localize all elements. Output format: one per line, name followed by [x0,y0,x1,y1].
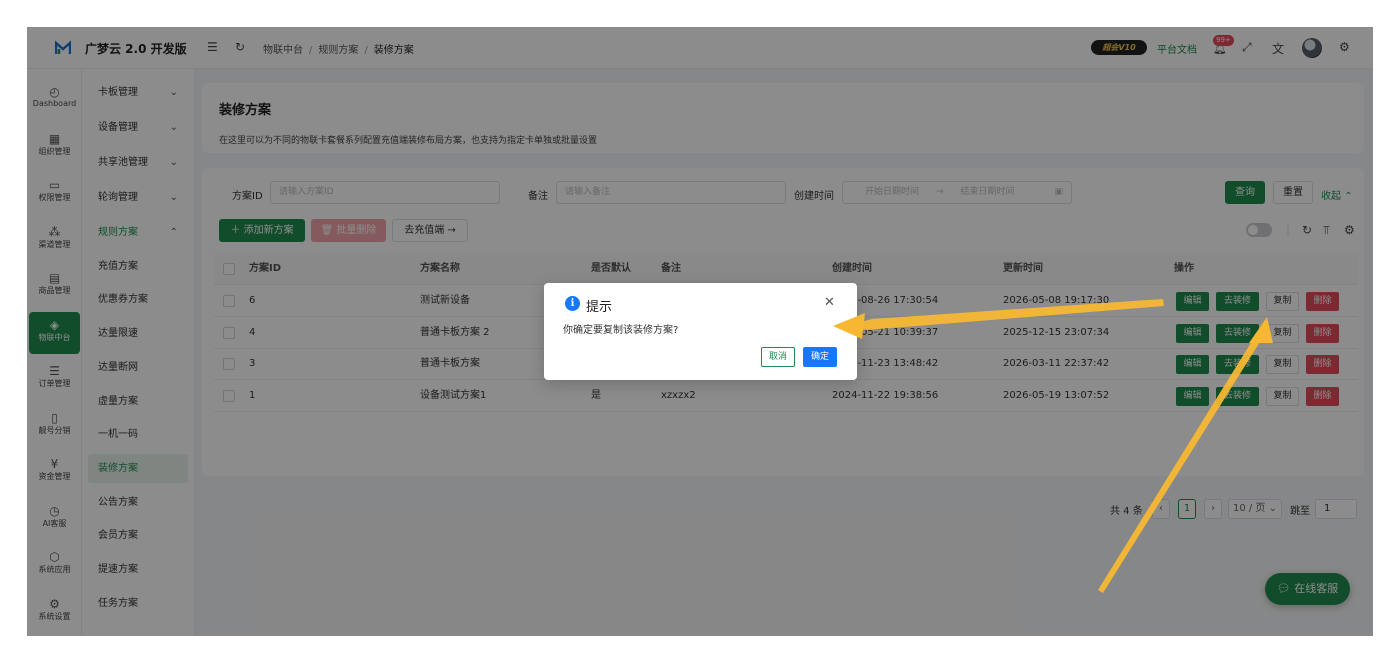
confirm-dialog: i 提示 ✕ 你确定要复制该装修方案? 取消 确定 [544,283,857,380]
close-icon[interactable]: ✕ [824,295,835,310]
cancel-button[interactable]: 取消 [761,347,795,367]
app-window: 广梦云 2.0 开发版 ☰ ↻ 物联中台 / 规则方案 / 装修方案 超会V10 平台文… [27,27,1373,636]
dialog-message: 你确定要复制该装修方案? [563,325,679,336]
dialog-title: 提示 [586,300,613,315]
confirm-button[interactable]: 确定 [803,347,837,367]
info-icon: i [565,296,580,311]
